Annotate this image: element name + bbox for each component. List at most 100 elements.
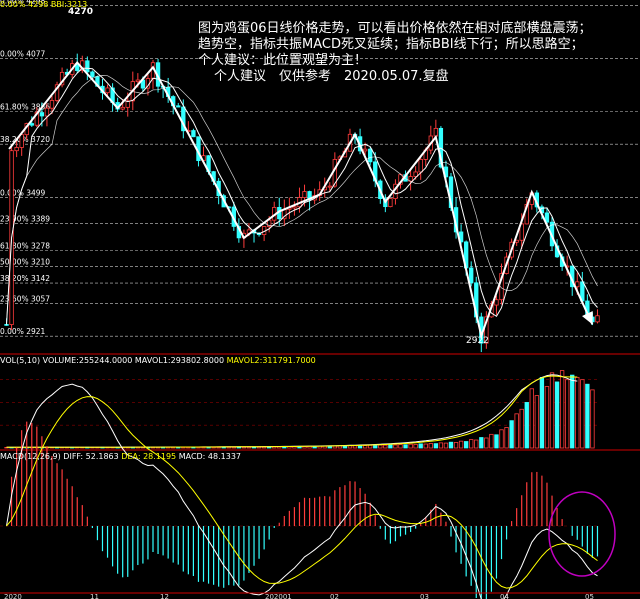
candle-body [575, 281, 580, 288]
analysis-line-4: 个人建议 仅供参考 2020.05.07.复盘 [214, 69, 449, 84]
macd-header: MACD(12,26,9) DIFF: 52.1863 DEA: 28.1195… [0, 452, 241, 461]
x-tick-label: 11 [90, 593, 99, 599]
candle-body [595, 315, 600, 323]
volume-bar [453, 442, 459, 449]
volume-bar [585, 383, 590, 449]
candle-body [368, 148, 373, 163]
volume-bar [514, 413, 519, 449]
analysis-text: 图为鸡蛋06日线价格走势，可以看出价格依然在相对底部横盘震荡； 趋势空，指标共振… [198, 21, 638, 85]
volume-bar [484, 437, 489, 449]
candle-body [120, 106, 125, 110]
volume-bar [383, 444, 388, 449]
ma-long-line [6, 75, 598, 325]
volume-bar [565, 379, 570, 449]
volume-bar [559, 370, 565, 449]
macd-header-text: MACD(12,26,9) DIFF: 52.1863 [0, 452, 119, 461]
fib-label: 0.00% 3499 [0, 188, 46, 197]
analysis-line-2: 趋势空，指标共振MACD死叉延续；指标BBI线下行；所以思路空； [198, 37, 584, 52]
volume-bar [433, 443, 439, 449]
volume-header: VOL(5,10) VOLUME:255244.0000 MAVOL1:2938… [0, 356, 316, 365]
volume-bar [418, 443, 423, 449]
volume-bar [544, 386, 550, 449]
volume-bar [494, 434, 499, 449]
volume-panel [4, 370, 595, 449]
candle-body [85, 60, 90, 73]
candle-body [362, 148, 368, 152]
analysis-line-1: 图为鸡蛋06日线价格走势，可以看出价格依然在相对底部横盘震荡； [198, 21, 592, 36]
candle-body [418, 158, 423, 173]
analysis-line-3: 个人建议：此位置观望为主！ [198, 53, 368, 68]
volume-bar [352, 445, 358, 449]
volume-bar [368, 444, 373, 449]
dea-text: DEA: 28.1195 [121, 452, 177, 461]
high-price-label: 4270 [68, 7, 94, 17]
x-tick-label: 202001 [265, 593, 292, 599]
x-tick-label: 04 [500, 593, 509, 599]
volume-bar [575, 376, 580, 449]
volume-bar [554, 381, 560, 449]
volume-bar [362, 445, 368, 449]
candle-body [292, 206, 297, 209]
candle-body [29, 123, 34, 126]
x-tick-label: 03 [420, 593, 429, 599]
volume-bar [570, 374, 575, 449]
candle-body [44, 107, 50, 117]
volume-bar [534, 395, 540, 449]
candle-body [90, 71, 95, 78]
volume-bar [479, 437, 484, 449]
volume-bar [438, 442, 444, 449]
volume-bar [388, 444, 393, 449]
candle-body [191, 130, 196, 138]
fib-label: 38.20% 3142 [0, 274, 50, 283]
x-tick-label: 2020 [4, 593, 22, 599]
diff-line [6, 383, 598, 599]
volume-bar [393, 444, 398, 449]
candle-body [494, 299, 499, 306]
volume-bar [403, 444, 408, 449]
volume-bar [458, 440, 464, 449]
volume-bar [469, 439, 474, 449]
volume-bar [549, 372, 555, 449]
volume-bar [443, 442, 449, 449]
fib-label: 38.20% 3720 [0, 135, 50, 144]
volume-bar [590, 389, 595, 449]
volume-bar [504, 427, 509, 449]
volume-bar [373, 445, 378, 449]
fib-label: 23.90% 3389 [0, 215, 50, 224]
volume-bar [448, 441, 454, 449]
candle-body [388, 198, 393, 208]
candle-body [302, 191, 307, 198]
volume-header-text: VOL(5,10) VOLUME:255244.0000 MAVOL1:2938… [0, 356, 225, 365]
candle-body [135, 79, 141, 83]
candle-body [433, 127, 439, 137]
volume-bar [413, 444, 418, 449]
volume-bar [423, 443, 428, 449]
moving-averages [6, 67, 598, 325]
candle-body [176, 105, 181, 108]
candle-body [49, 100, 55, 109]
volume-bar [580, 379, 585, 449]
x-axis: 2020 11 12 202001 02 03 04 05 [0, 592, 640, 599]
fib-label: 61.80% 3278 [0, 241, 50, 250]
volume-bar [489, 433, 494, 449]
low-price-label: 2922 [466, 336, 489, 346]
volume-bar [378, 444, 383, 449]
volume-bar [474, 439, 479, 449]
volume-bar [519, 408, 524, 449]
volume-bar [509, 420, 514, 449]
macd-value-text: MACD: 48.1337 [178, 452, 242, 461]
volume-bar [529, 388, 534, 449]
volume-bar [428, 443, 433, 449]
candle-body [14, 147, 19, 152]
candle-body [105, 87, 110, 94]
volume-bar [524, 402, 529, 449]
volume-bar [408, 443, 413, 449]
fib-label: 0.00% 2921 [0, 327, 46, 336]
volume-bar [539, 376, 545, 449]
ma-short-line [6, 67, 598, 325]
fib-label: 50.00% 3210 [0, 258, 50, 267]
candle-body [39, 112, 45, 117]
x-tick-label: 05 [585, 593, 594, 599]
candle-body [469, 267, 474, 284]
mavol2-text: MAVOL2:311791.7000 [226, 356, 316, 365]
